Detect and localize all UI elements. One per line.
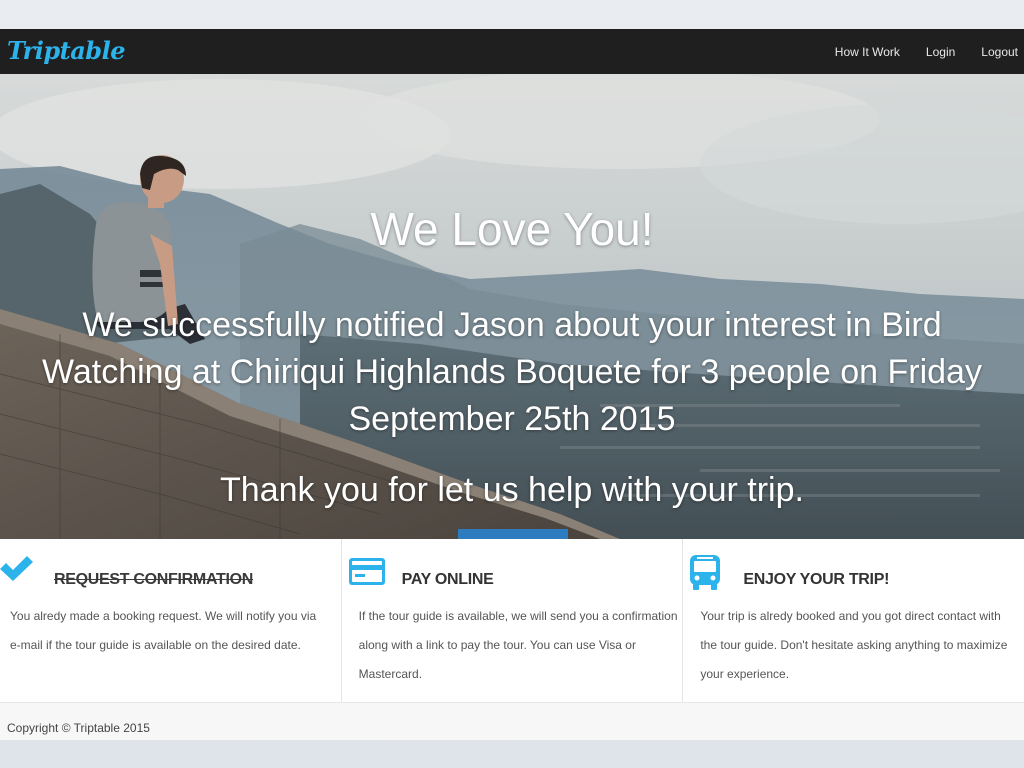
step-title: REQUEST CONFIRMATION xyxy=(54,571,254,588)
booking-message-line-1: We successfully notified Jason about you… xyxy=(82,306,942,344)
credit-card-icon xyxy=(348,553,386,592)
nav-logout-link[interactable]: Logout xyxy=(968,45,1018,59)
nav-how-it-work-link[interactable]: How It Work xyxy=(822,45,913,59)
step-pay-online: PAY ONLINE If the tour guide is availabl… xyxy=(342,539,684,702)
booking-message-line-2: Watching at Chiriqui Highlands Boquete f… xyxy=(42,353,982,391)
booking-message-line-3: September 25th 2015 xyxy=(348,400,676,438)
footer: Copyright © Triptable 2015 xyxy=(0,702,1024,740)
step-enjoy-trip: ENJOY YOUR TRIP! Your trip is alredy boo… xyxy=(683,539,1024,702)
brand-logo[interactable]: Triptable xyxy=(7,36,125,65)
step-description: You alredy made a booking request. We wi… xyxy=(10,609,317,652)
thank-you-message: Thank you for let us help with your trip… xyxy=(220,471,804,509)
step-description: If the tour guide is available, we will … xyxy=(358,609,678,681)
hero-accent-tab xyxy=(458,529,568,539)
nav-login-link[interactable]: Login xyxy=(913,45,968,59)
step-title: ENJOY YOUR TRIP! xyxy=(743,571,890,588)
copyright-text: Copyright © Triptable 2015 xyxy=(7,721,150,735)
steps-section: REQUEST CONFIRMATION You alredy made a b… xyxy=(0,539,1024,702)
bus-icon xyxy=(689,553,721,596)
booking-message: We successfully notified Jason about you… xyxy=(0,302,1024,443)
nav-links: How It Work Login Logout xyxy=(822,29,1018,74)
hero-title: We Love You! xyxy=(370,203,654,255)
step-description: Your trip is alredy booked and you got d… xyxy=(700,609,1008,681)
navbar: Triptable How It Work Login Logout xyxy=(0,29,1024,74)
hero-banner: We Love You! We successfully notified Ja… xyxy=(0,74,1024,539)
step-request-confirmation: REQUEST CONFIRMATION You alredy made a b… xyxy=(0,539,342,702)
step-title: PAY ONLINE xyxy=(401,571,494,588)
checkmark-icon xyxy=(0,553,34,588)
browser-screen: Triptable How It Work Login Logout We Lo… xyxy=(0,29,1024,740)
